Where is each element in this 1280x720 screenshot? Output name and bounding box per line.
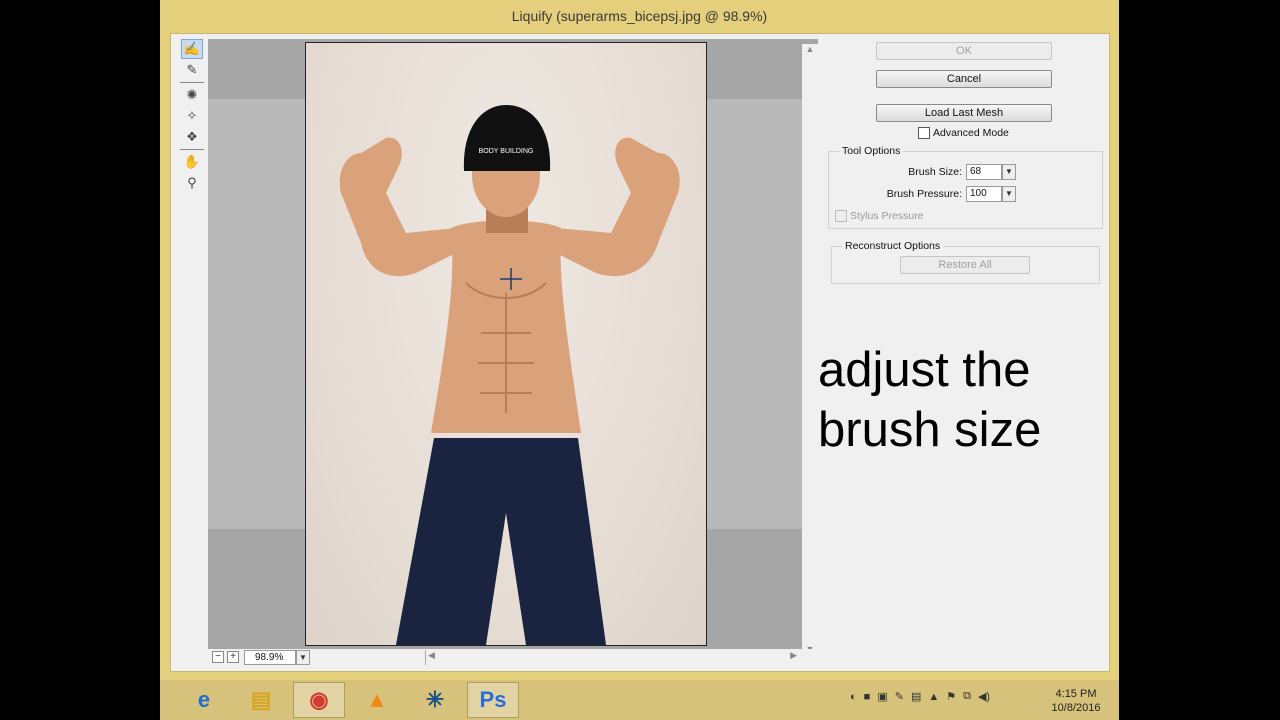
scroll-right-arrow-icon[interactable]: ▶ (790, 650, 797, 661)
bodybuilder-photo[interactable]: BODY BUILDING (305, 42, 707, 646)
tool-options-group: Tool Options Brush Size: 68 ▼ Brush Pres… (828, 145, 1103, 229)
caption-line-1: adjust the (818, 343, 1031, 397)
canvas-backdrop (208, 99, 305, 529)
tray-app-icon[interactable]: ◐ (850, 691, 857, 703)
brush-pressure-dropdown-chevron-icon[interactable]: ▼ (1002, 186, 1016, 202)
load-last-mesh-button[interactable]: Load Last Mesh (876, 104, 1052, 122)
reconstruct-options-title: Reconstruct Options (842, 240, 944, 252)
brush-pressure-field[interactable]: 100 (966, 186, 1002, 202)
liquify-toolbar: ✍ ✎ ✺ ✧ ❖ ✋ ⚲ (175, 38, 209, 194)
forward-warp-tool-icon[interactable]: ✍ (181, 39, 203, 59)
horizontal-scrollbar[interactable]: ◀ ▶ (425, 650, 801, 665)
system-tray: ◐ ■ ▣ ✎ ▤ ▲ ⚑ ⧉ ◀) (850, 690, 990, 703)
file-explorer-icon[interactable]: ▤ (235, 682, 287, 718)
zoom-in-button[interactable]: + (227, 651, 239, 663)
restore-all-button[interactable]: Restore All (900, 256, 1030, 274)
tray-app-icon[interactable]: ▤ (911, 690, 921, 703)
photoshop-icon[interactable]: Ps (467, 682, 519, 718)
vertical-scrollbar[interactable]: ▲ ▼ (802, 44, 818, 654)
brush-pressure-label: Brush Pressure: (886, 188, 962, 200)
vlc-icon[interactable]: ▲ (351, 682, 403, 718)
twirl-tool-icon[interactable]: ✺ (181, 85, 203, 105)
show-hidden-icons-icon[interactable]: ▲ (928, 691, 939, 703)
scroll-left-arrow-icon[interactable]: ◀ (428, 650, 435, 661)
cancel-button[interactable]: Cancel (876, 70, 1052, 88)
windows-taskbar: e ▤ ◉ ▲ ✳ Ps ◐ ■ ▣ ✎ ▤ ▲ ⚑ ⧉ ◀) 4:15 PM … (160, 680, 1119, 720)
zoom-level-field[interactable]: 98.9% (244, 650, 296, 665)
chrome-icon[interactable]: ◉ (293, 682, 345, 718)
zoom-statusbar: − + 98.9% ▼ ◀ ▶ (208, 649, 818, 667)
tray-app-icon[interactable]: ■ (864, 691, 871, 703)
internet-explorer-icon[interactable]: e (178, 682, 230, 718)
zoom-tool-icon[interactable]: ⚲ (181, 173, 203, 193)
ok-button[interactable]: OK (876, 42, 1052, 60)
zoom-out-button[interactable]: − (212, 651, 224, 663)
preview-canvas[interactable]: BODY BUILDING ▲ ▼ (208, 39, 818, 654)
pucker-tool-icon[interactable]: ✧ (181, 106, 203, 126)
window-title: Liquify (superarms_bicepsj.jpg @ 98.9%) (511, 8, 768, 24)
zoom-dropdown-chevron-icon[interactable]: ▼ (296, 650, 310, 665)
advanced-mode-checkbox[interactable] (918, 127, 930, 139)
hand-tool-icon[interactable]: ✋ (181, 152, 203, 172)
tool-options-title: Tool Options (839, 145, 904, 157)
volume-icon[interactable]: ◀) (978, 690, 990, 703)
reconstruct-options-group: Reconstruct Options Restore All (831, 240, 1100, 284)
instruction-caption: adjust the brush size (818, 340, 1118, 460)
toolbar-divider (180, 82, 204, 83)
stylus-pressure-checkbox[interactable] (835, 210, 847, 222)
stylus-pressure-label: Stylus Pressure (850, 210, 924, 222)
brush-size-label: Brush Size: (908, 166, 962, 178)
action-center-flag-icon[interactable]: ⚑ (946, 690, 956, 703)
tray-app-icon[interactable]: ✎ (895, 690, 904, 703)
snowflake-app-icon[interactable]: ✳ (409, 682, 461, 718)
reconstruct-tool-icon[interactable]: ✎ (181, 60, 203, 80)
brush-size-dropdown-chevron-icon[interactable]: ▼ (1002, 164, 1016, 180)
brush-size-field[interactable]: 68 (966, 164, 1002, 180)
scroll-up-arrow-icon[interactable]: ▲ (802, 44, 818, 54)
canvas-backdrop (707, 99, 802, 529)
bodybuilder-image: BODY BUILDING (339, 105, 680, 645)
beanie-logo-text: BODY BUILDING (479, 148, 534, 155)
toolbar-divider (180, 149, 204, 150)
caption-line-2: brush size (818, 403, 1042, 457)
bloat-tool-icon[interactable]: ❖ (181, 127, 203, 147)
clock-time: 4:15 PM (1055, 688, 1097, 700)
tray-app-icon[interactable]: ▣ (877, 690, 887, 703)
clock-date: 10/8/2016 (1051, 702, 1101, 714)
network-icon[interactable]: ⧉ (963, 690, 971, 703)
system-clock[interactable]: 4:15 PM 10/8/2016 (1045, 687, 1107, 715)
advanced-mode-label: Advanced Mode (933, 127, 1009, 139)
